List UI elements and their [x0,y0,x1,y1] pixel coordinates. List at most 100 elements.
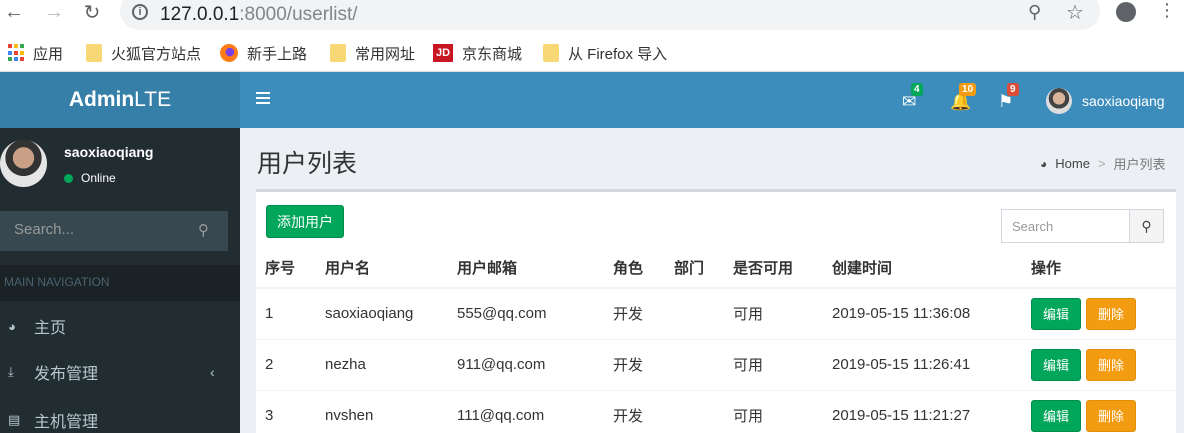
delete-button[interactable]: 删除 [1086,399,1136,432]
address-bar[interactable]: i 127.0.0.1:8000/userlist/ ⚲ ☆ [120,0,1100,30]
cell-id: 3 [256,389,316,433]
column-header: 用户邮箱 [448,248,604,289]
folder-icon [543,44,559,62]
cell-id: 1 [256,287,316,339]
sidebar-item-home[interactable]: ◕ 主页 [0,303,240,349]
notifications-menu[interactable]: 🔔 10 [950,83,977,112]
user-panel: saoxiaoqiang Online [0,128,240,208]
url-text[interactable]: 127.0.0.1:8000/userlist/ [160,4,358,26]
edit-button[interactable]: 编辑 [1031,399,1081,432]
cell-created: 2019-05-15 11:26:41 [823,338,1022,390]
top-navbar: ✉ 4 🔔 10 ⚑ 9 saoxiaoqiang [240,72,1184,128]
cell-enabled: 可用 [724,389,823,433]
server-icon: ▤ [8,412,21,427]
notifications-badge: 10 [959,83,977,96]
cell-username: saoxiaoqiang [316,287,448,339]
column-header: 创建时间 [823,248,1022,289]
bookmark-label: 新手上路 [247,45,308,63]
search-button[interactable]: ⚲ [1130,210,1163,242]
messages-badge: 4 [911,83,923,96]
cell-enabled: 可用 [724,338,823,390]
sidebar-toggle-icon[interactable] [256,92,270,104]
bookmark-label: 从 Firefox 导入 [568,45,668,63]
info-icon[interactable]: i [132,4,148,20]
dashboard-icon: ◕ [8,318,16,334]
search-icon: ⚲ [1141,217,1152,234]
tasks-badge: 9 [1007,83,1019,96]
sidebar-item-release[interactable]: ⤓ 发布管理 ‹ [0,349,240,395]
delete-button[interactable]: 删除 [1086,348,1136,381]
profile-icon[interactable] [1116,2,1136,22]
bookmark-label: 应用 [33,45,64,63]
breadcrumb-separator: > [1097,156,1106,171]
cell-email: 911@qq.com [448,338,604,390]
zoom-icon[interactable]: ⚲ [1028,2,1041,23]
chevron-left-icon: ‹ [210,364,215,380]
logo-bold: Admin [68,88,135,111]
edit-button[interactable]: 编辑 [1031,348,1081,381]
bookmark-label: 常用网址 [355,45,416,63]
bookmarks-bar: 应用 火狐官方站点 新手上路 常用网址 JD 京东商城 从 Firefox 导入 [0,38,1184,68]
back-arrow-icon[interactable]: ← [2,0,26,24]
cell-enabled: 可用 [724,287,823,339]
column-header: 角色 [604,248,665,289]
cell-created: 2019-05-15 11:36:08 [823,287,1022,339]
tasks-menu[interactable]: ⚑ 9 [998,83,1019,112]
cell-actions: 编辑 删除 [1022,389,1176,433]
cell-dept [665,338,724,390]
app-logo[interactable]: Admin LTE [0,72,240,128]
browser-chrome: ← → ↻ i 127.0.0.1:8000/userlist/ ⚲ ☆ ⋮ 应… [0,0,1184,72]
bookmark-getting-started[interactable]: 新手上路 [220,42,307,64]
search-input[interactable] [1002,210,1130,242]
cell-actions: 编辑 删除 [1022,287,1176,339]
column-header: 用户名 [316,248,448,289]
avatar [1046,88,1072,114]
cell-role: 开发 [604,287,665,339]
cell-username: nezha [316,338,448,390]
search-icon[interactable]: ⚲ [198,221,209,239]
star-icon[interactable]: ☆ [1066,0,1084,25]
column-header: 操作 [1022,248,1176,289]
sidebar-section-header: MAIN NAVIGATION [0,265,240,301]
cell-email: 555@qq.com [448,287,604,339]
sidebar-item-hosts[interactable]: ▤ 主机管理 [0,397,240,433]
bookmark-common-sites[interactable]: 常用网址 [330,42,415,64]
delete-button[interactable]: 删除 [1086,297,1136,330]
cell-email: 111@qq.com [448,389,604,433]
bookmark-apps[interactable]: 应用 [8,42,63,64]
download-icon: ⤓ [8,364,14,379]
sidebar-item-label: 主页 [34,320,67,337]
bookmark-label: 火狐官方站点 [111,45,202,63]
bookmark-firefox-site[interactable]: 火狐官方站点 [86,42,201,64]
edit-button[interactable]: 编辑 [1031,297,1081,330]
forward-arrow-icon[interactable]: → [42,0,66,24]
sidebar-search-placeholder: Search... [14,221,75,238]
breadcrumb-home[interactable]: Home [1055,156,1090,171]
bookmark-firefox-import[interactable]: 从 Firefox 导入 [543,42,667,64]
user-menu[interactable]: saoxiaoqiang [1046,88,1165,114]
reload-icon[interactable]: ↻ [80,0,104,24]
add-user-button[interactable]: 添加用户 [266,205,344,238]
breadcrumb-current: 用户列表 [1113,157,1166,172]
status-text: Online [81,171,116,185]
messages-menu[interactable]: ✉ 4 [902,83,923,112]
user-table: 序号 用户名 用户邮箱 角色 部门 是否可用 创建时间 操作 1 saoxiao… [256,248,1176,433]
cell-dept [665,287,724,339]
url-path: :8000/userlist/ [239,4,358,25]
bookmark-jd[interactable]: JD 京东商城 [433,42,522,64]
cell-dept [665,389,724,433]
folder-icon [330,44,346,62]
sidebar-user-name: saoxiaoqiang [64,144,154,160]
avatar [0,140,47,187]
sidebar-search-input[interactable]: Search... ⚲ [0,211,228,251]
cell-actions: 编辑 删除 [1022,338,1176,390]
table-row: 1 saoxiaoqiang 555@qq.com 开发 可用 2019-05-… [256,287,1176,339]
column-header: 是否可用 [724,248,823,289]
breadcrumb: ◕ Home > 用户列表 [1040,154,1166,173]
table-row: 2 nezha 911@qq.com 开发 可用 2019-05-15 11:2… [256,338,1176,390]
page-title: 用户列表 [257,150,358,178]
cell-username: nvshen [316,389,448,433]
cell-created: 2019-05-15 11:21:27 [823,389,1022,433]
menu-dots-icon[interactable]: ⋮ [1158,0,1176,21]
bookmark-label: 京东商城 [462,45,523,63]
